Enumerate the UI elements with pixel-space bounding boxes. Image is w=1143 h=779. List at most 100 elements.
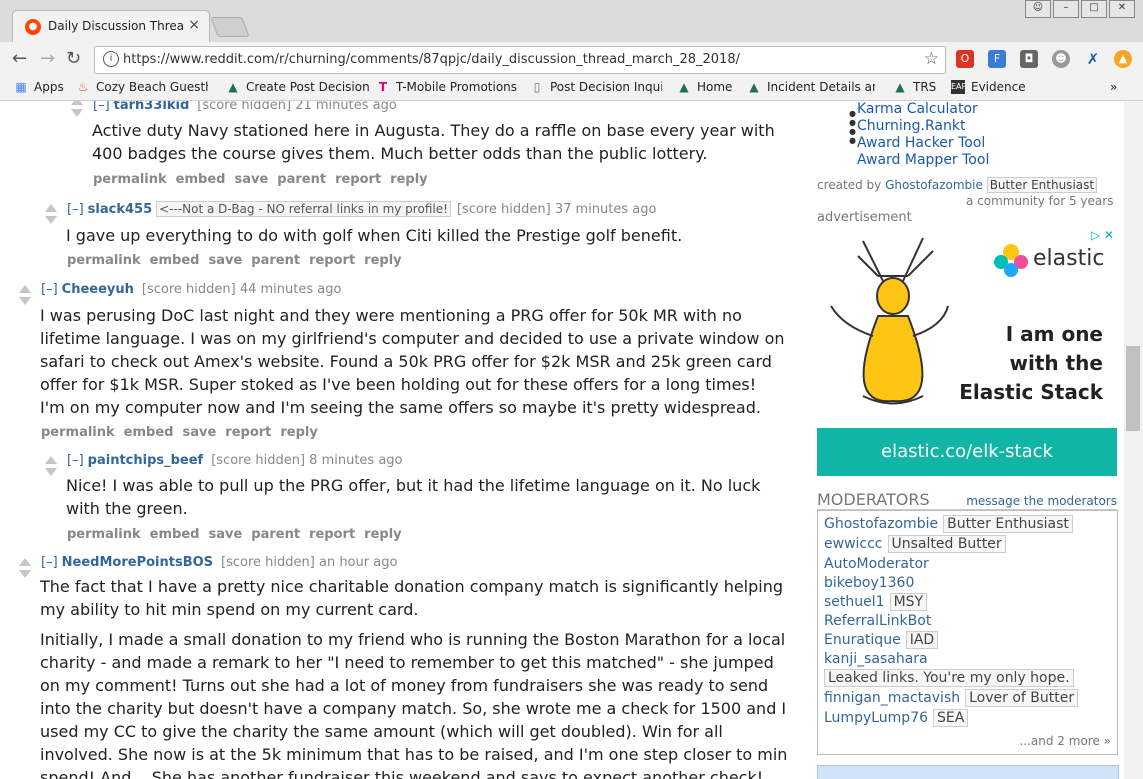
page-scrollbar[interactable] (1124, 101, 1143, 779)
new-tab-button[interactable] (210, 17, 250, 37)
comment-body: Nice! I was able to pull up the PRG offe… (66, 476, 761, 518)
downvote-arrow-icon[interactable] (45, 216, 57, 224)
moderator-item[interactable]: Ghostofazombie Butter Enthusiast (824, 515, 1073, 533)
bookmark-evidence[interactable]: EAP Evidence (951, 80, 1026, 94)
downvote-arrow-icon[interactable] (71, 109, 83, 117)
comment-author[interactable]: Cheeeyuh (62, 282, 134, 297)
upvote-arrow-icon[interactable] (45, 456, 57, 464)
elastic-deer-icon (830, 237, 949, 405)
extension-face-icon[interactable]: ☻ (1052, 50, 1070, 68)
parent-link[interactable]: parent (277, 172, 326, 187)
bookmark-apps[interactable]: ▦ Apps (14, 80, 63, 94)
url-text[interactable]: https://www.reddit.com/r/churning/commen… (123, 52, 740, 67)
reload-icon[interactable]: ↻ (66, 48, 81, 69)
collapse-toggle[interactable]: [–] (93, 101, 110, 113)
report-link[interactable]: report (225, 425, 271, 440)
scrollbar-thumb[interactable] (1126, 346, 1140, 431)
embed-link[interactable]: embed (176, 172, 226, 187)
bookmark-create-post-decision[interactable]: ▲ Create Post Decision (226, 80, 369, 94)
moderator-item[interactable]: bikeboy1360 (824, 575, 914, 591)
back-icon[interactable]: ← (12, 48, 27, 69)
elastic-ad[interactable]: ▷ ✕ elastic I am one with the Elastic St… (817, 226, 1117, 476)
moderator-item[interactable]: sethuel1 MSY (824, 593, 928, 611)
report-link[interactable]: report (309, 253, 355, 268)
award-hacker-link[interactable]: Award Hacker Tool (857, 135, 989, 152)
collapse-toggle[interactable]: [–] (67, 453, 84, 468)
parent-link[interactable]: parent (251, 527, 300, 542)
extension-pocket-icon[interactable]: ◘ (1020, 50, 1038, 68)
comment-actions: permalink embed save parent report reply (67, 253, 411, 268)
adchoices-icon[interactable]: ▷ ✕ (1091, 228, 1114, 242)
collapse-toggle[interactable]: [–] (41, 555, 58, 570)
moderator-item[interactable]: ewwiccc Unsalted Butter (824, 535, 1006, 553)
bookmark-incident-details[interactable]: ▲Incident Details and (747, 80, 875, 94)
ad-cta-link[interactable]: elastic.co/elk-stack (817, 428, 1117, 476)
downvote-arrow-icon[interactable] (19, 570, 31, 578)
moderator-item[interactable]: LumpyLump76 SEA (824, 709, 969, 727)
embed-link[interactable]: embed (150, 527, 200, 542)
bookmark-star-icon[interactable]: ☆ (924, 49, 939, 69)
bookmark-tmobile[interactable]: T T-Mobile Promotions (376, 80, 517, 94)
churning-rankt-link[interactable]: Churning.Rankt (857, 118, 989, 135)
upvote-arrow-icon[interactable] (19, 285, 31, 293)
extension-x-icon[interactable]: ✗ (1084, 50, 1102, 68)
permalink-link[interactable]: permalink (67, 253, 141, 268)
profile-icon[interactable]: ☺ (1025, 0, 1051, 18)
extension-f-icon[interactable]: F (988, 50, 1006, 68)
vote-arrows (44, 454, 58, 480)
downvote-arrow-icon[interactable] (45, 468, 57, 476)
bookmark-post-decision-inquiry[interactable]: ▯Post Decision Inquiry (530, 80, 662, 94)
bookmark-trs[interactable]: ▲ TRS (893, 80, 936, 94)
collapse-toggle[interactable]: [–] (41, 282, 58, 297)
bookmarks-overflow-icon[interactable]: » (1110, 80, 1117, 94)
reply-link[interactable]: reply (364, 253, 401, 268)
comment-author[interactable]: slack455 (88, 202, 152, 217)
embed-link[interactable]: embed (124, 425, 174, 440)
reply-link[interactable]: reply (280, 425, 317, 440)
save-link[interactable]: save (208, 527, 242, 542)
moderator-item[interactable]: Enuratique IAD (824, 631, 939, 649)
comment-author[interactable]: tarh33lkid (114, 101, 190, 113)
extension-opera-icon[interactable]: O (956, 50, 974, 68)
site-info-icon[interactable]: i (103, 51, 119, 67)
report-link[interactable]: report (335, 172, 381, 187)
comment-author[interactable]: NeedMorePointsBOS (62, 555, 213, 570)
moderator-item[interactable]: AutoModerator (824, 556, 929, 572)
forward-icon[interactable]: → (40, 48, 55, 69)
reddit-icon: ● (25, 19, 41, 35)
save-link[interactable]: save (208, 253, 242, 268)
close-window-icon[interactable]: ✕ (1109, 0, 1135, 18)
reply-link[interactable]: reply (390, 172, 427, 187)
permalink-link[interactable]: permalink (93, 172, 167, 187)
award-mapper-link[interactable]: Award Mapper Tool (857, 152, 989, 169)
maximize-icon[interactable]: □ (1081, 0, 1107, 18)
moderator-item[interactable]: ReferralLinkBot (824, 613, 931, 629)
more-moderators-link[interactable]: ...and 2 more » (1019, 734, 1111, 748)
minimize-icon[interactable]: – (1053, 0, 1079, 18)
creator-link[interactable]: Ghostofazombie (885, 178, 983, 192)
moderator-item[interactable]: kanji_sasahara (824, 651, 928, 667)
tab-close-icon[interactable]: × (188, 17, 200, 33)
save-link[interactable]: save (234, 172, 268, 187)
bookmark-cozy-beach[interactable]: ♨Cozy Beach Guesthou (76, 80, 208, 94)
parent-link[interactable]: parent (251, 253, 300, 268)
embed-link[interactable]: embed (150, 253, 200, 268)
collapse-toggle[interactable]: [–] (67, 202, 84, 217)
upvote-arrow-icon[interactable] (71, 101, 83, 105)
upvote-arrow-icon[interactable] (19, 558, 31, 566)
report-link[interactable]: report (309, 527, 355, 542)
upvote-arrow-icon[interactable] (45, 204, 57, 212)
permalink-link[interactable]: permalink (67, 527, 141, 542)
karma-calculator-link[interactable]: Karma Calculator (857, 101, 989, 118)
permalink-link[interactable]: permalink (41, 425, 115, 440)
moderator-item[interactable]: finnigan_mactavish Lover of Butter (824, 689, 1079, 707)
browser-tab[interactable]: ● Daily Discussion Thread × (12, 10, 210, 43)
bookmark-home[interactable]: ▲ Home (677, 80, 732, 94)
reply-link[interactable]: reply (364, 527, 401, 542)
extension-up-icon[interactable]: ▲ (1114, 50, 1132, 68)
downvote-arrow-icon[interactable] (19, 297, 31, 305)
address-bar[interactable]: i https://www.reddit.com/r/churning/comm… (94, 46, 946, 74)
comment-author[interactable]: paintchips_beef (88, 453, 204, 468)
save-link[interactable]: save (182, 425, 216, 440)
message-moderators-link[interactable]: message the moderators (966, 494, 1117, 508)
